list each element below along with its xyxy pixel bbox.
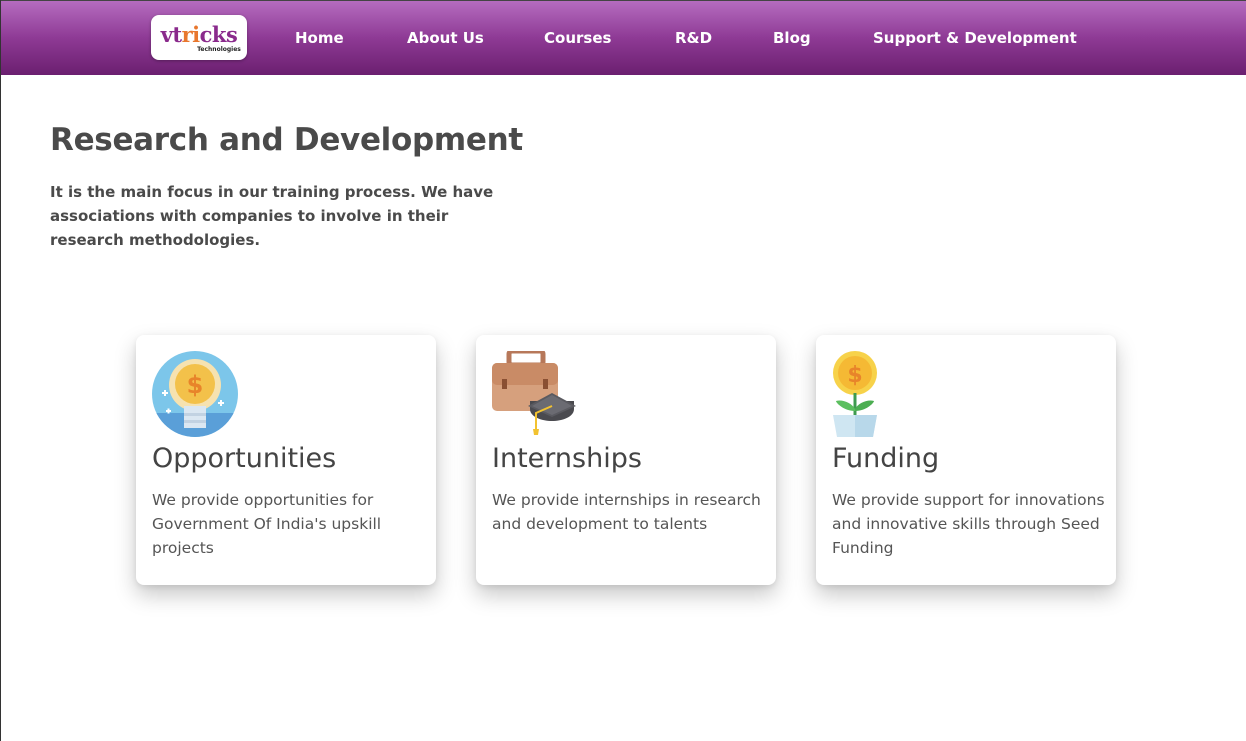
card-title: Internships [492, 443, 642, 474]
svg-text:$: $ [187, 371, 204, 399]
nav-about-us[interactable]: About Us [407, 29, 484, 47]
card-title: Funding [832, 443, 940, 474]
briefcase-graduation-icon [492, 348, 578, 437]
card-description: We provide internships in research and d… [492, 491, 761, 533]
nav-rnd[interactable]: R&D [675, 29, 712, 47]
card-description: We provide support for innovations and i… [832, 491, 1105, 557]
logo-wordmark: vtricks [160, 21, 238, 47]
logo-subtitle: Technologies [197, 45, 241, 53]
lightbulb-dollar-icon: $ [152, 351, 238, 437]
card-internships: Internships We provide internships in re… [476, 335, 776, 585]
vtricks-logo[interactable]: vtricks Technologies [151, 15, 247, 60]
card-funding: $ Funding We provide support for innovat… [816, 335, 1116, 585]
svg-text:$: $ [847, 363, 862, 388]
money-plant-icon: $ [832, 351, 918, 437]
nav-courses[interactable]: Courses [544, 29, 611, 47]
intro-text: It is the main focus in our training pro… [50, 183, 494, 249]
page-title: Research and Development [50, 122, 523, 158]
top-navbar: vtricks Technologies Home About Us Cours… [1, 0, 1246, 75]
card-title: Opportunities [152, 443, 337, 474]
nav-support-development[interactable]: Support & Development [873, 29, 1077, 47]
card-opportunities: $ Opportunities We provide opportunities… [136, 335, 436, 585]
nav-blog[interactable]: Blog [773, 29, 811, 47]
card-description: We provide opportunities for Government … [152, 491, 382, 557]
nav-home[interactable]: Home [295, 29, 344, 47]
